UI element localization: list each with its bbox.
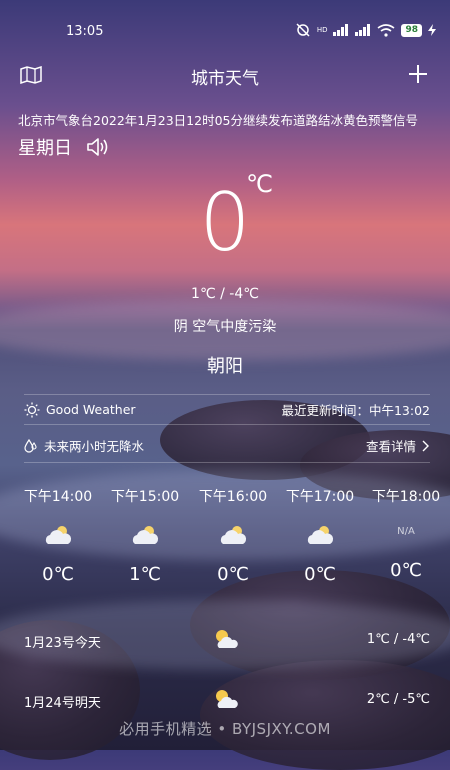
charging-icon [428,24,436,36]
cloud-icon [45,526,72,544]
partly-cloudy-icon [216,690,238,708]
raindrop-icon [24,438,37,453]
battery-icon: 98 [401,23,422,37]
temp-range: 1℃ / -4℃ [191,286,259,302]
chevron-right-icon [422,440,429,451]
summary-text: Good Weather [46,402,136,417]
weekday-label: 星期日 [18,138,72,159]
cloud-icon [307,526,334,544]
hour-time: 下午17:00 [285,489,355,505]
current-temp: 0 [199,176,251,269]
alarm-off-icon [296,23,310,37]
partly-cloudy-icon [216,630,238,648]
hourly-item: 下午15:00 1℃ [101,486,189,585]
summary-row: Good Weather 最近更新时间：中午13:02 [24,400,430,419]
watermark: 必用手机精选 • BYJSJXY.COM [119,720,331,738]
updated-time: 最近更新时间：中午13:02 [281,403,430,418]
city-name[interactable]: 朝阳 [0,352,450,378]
signal-icon-2 [355,24,371,36]
hour-time: 下午14:00 [23,489,93,505]
status-bar: 13:05 HD 98 [0,0,450,40]
daily-date: 1月24号明天 [24,696,101,711]
top-nav: 城市天气 [0,60,450,90]
wifi-icon [377,23,395,37]
weekday-row: 星期日 [18,134,110,160]
hourly-item: 下午17:00 0℃ [276,486,364,585]
hour-time: 下午15:00 [110,489,180,505]
hour-temp: 0℃ [304,564,336,585]
hour-temp: 0℃ [390,560,422,581]
temp-unit: ℃ [246,170,273,198]
hour-time: 下午16:00 [198,489,268,505]
sun-icon [24,402,40,417]
plus-icon[interactable] [408,64,428,84]
daily-date: 1月23号今天 [24,636,101,651]
status-icons: HD 98 [295,23,436,37]
divider [24,462,430,463]
hourly-item: 下午18:00 N/A 0℃ [362,486,450,581]
cloud-icon [132,526,159,544]
details-link[interactable]: 查看详情 [366,436,416,455]
condition-text: 阴 空气中度污染 [173,319,277,335]
cloud-icon [220,526,247,544]
signal-icon [333,24,349,36]
hour-time: 下午18:00 [371,489,441,505]
hd-label: HD [316,26,328,34]
alert-marquee[interactable]: 北京市气象台2022年1月23日12时05分继续发布道路结冰黄色预警信号 [18,110,450,129]
hour-temp: 1℃ [129,564,161,585]
speaker-icon[interactable] [86,136,110,158]
precip-text: 未来两小时无降水 [44,439,145,454]
hour-na: N/A [397,526,415,537]
hourly-item: 下午14:00 0℃ [14,486,102,585]
precip-row[interactable]: 未来两小时无降水 查看详情 [24,436,430,455]
divider [24,394,430,395]
page-title: 城市天气 [191,69,259,89]
hourly-item: 下午16:00 0℃ [189,486,277,585]
daily-temp: 2℃ / -5℃ [366,692,430,707]
daily-temp: 1℃ / -4℃ [366,632,430,647]
status-time: 13:05 [66,24,104,39]
hour-temp: 0℃ [217,564,249,585]
hour-temp: 0℃ [42,564,74,585]
divider [24,424,430,425]
